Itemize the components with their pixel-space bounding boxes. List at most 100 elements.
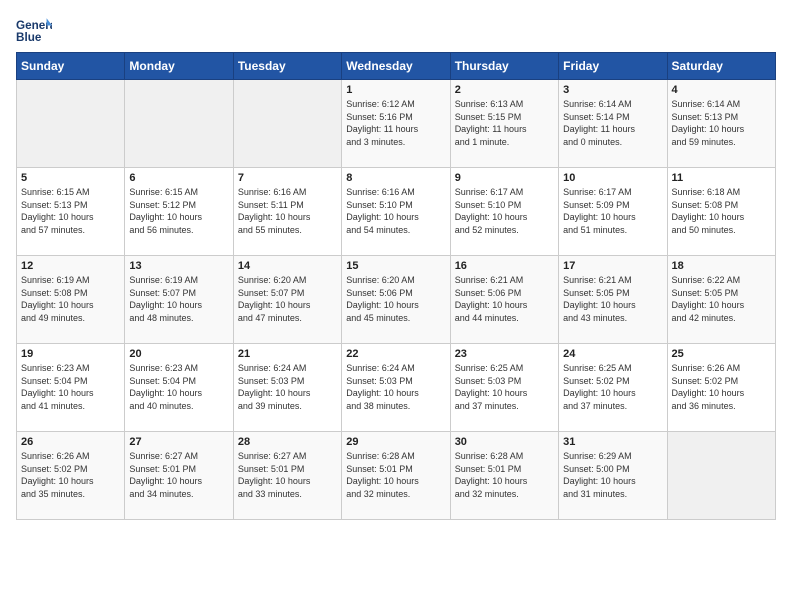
- day-info: Sunrise: 6:26 AM Sunset: 5:02 PM Dayligh…: [21, 450, 120, 500]
- day-info: Sunrise: 6:23 AM Sunset: 5:04 PM Dayligh…: [21, 362, 120, 412]
- day-number: 8: [346, 172, 445, 184]
- calendar-cell: 13Sunrise: 6:19 AM Sunset: 5:07 PM Dayli…: [125, 256, 233, 344]
- day-info: Sunrise: 6:14 AM Sunset: 5:13 PM Dayligh…: [672, 98, 771, 148]
- calendar-cell: 4 Sunrise: 6:14 AM Sunset: 5:13 PM Daylig…: [667, 80, 775, 168]
- day-info: Sunrise: 6:17 AM Sunset: 5:09 PM Dayligh…: [563, 186, 662, 236]
- day-number: 9: [455, 172, 554, 184]
- calendar-cell: [233, 80, 341, 168]
- calendar-cell: 3 Sunrise: 6:14 AM Sunset: 5:14 PM Daylig…: [559, 80, 667, 168]
- day-info: Sunrise: 6:20 AM Sunset: 5:06 PM Dayligh…: [346, 274, 445, 324]
- calendar-week-5: 26Sunrise: 6:26 AM Sunset: 5:02 PM Dayli…: [17, 432, 776, 520]
- day-info: Sunrise: 6:17 AM Sunset: 5:10 PM Dayligh…: [455, 186, 554, 236]
- day-number: 31: [563, 436, 662, 448]
- calendar-cell: 31Sunrise: 6:29 AM Sunset: 5:00 PM Dayli…: [559, 432, 667, 520]
- day-number: 17: [563, 260, 662, 272]
- day-info: Sunrise: 6:16 AM Sunset: 5:11 PM Dayligh…: [238, 186, 337, 236]
- day-info: Sunrise: 6:18 AM Sunset: 5:08 PM Dayligh…: [672, 186, 771, 236]
- day-number: 1: [346, 84, 445, 96]
- calendar-cell: 20Sunrise: 6:23 AM Sunset: 5:04 PM Dayli…: [125, 344, 233, 432]
- day-info: Sunrise: 6:15 AM Sunset: 5:12 PM Dayligh…: [129, 186, 228, 236]
- calendar-cell: 11 Sunrise: 6:18 AM Sunset: 5:08 PM Dayli…: [667, 168, 775, 256]
- day-info: Sunrise: 6:26 AM Sunset: 5:02 PM Dayligh…: [672, 362, 771, 412]
- logo: General Blue: [16, 16, 56, 44]
- svg-text:Blue: Blue: [16, 31, 42, 44]
- day-number: 22: [346, 348, 445, 360]
- day-number: 24: [563, 348, 662, 360]
- calendar-cell: 6 Sunrise: 6:15 AM Sunset: 5:12 PM Daylig…: [125, 168, 233, 256]
- day-number: 19: [21, 348, 120, 360]
- day-info: Sunrise: 6:21 AM Sunset: 5:05 PM Dayligh…: [563, 274, 662, 324]
- day-number: 21: [238, 348, 337, 360]
- calendar-cell: [17, 80, 125, 168]
- day-info: Sunrise: 6:20 AM Sunset: 5:07 PM Dayligh…: [238, 274, 337, 324]
- calendar-cell: 23 Sunrise: 6:25 AM Sunset: 5:03 PM Dayli…: [450, 344, 558, 432]
- day-info: Sunrise: 6:16 AM Sunset: 5:10 PM Dayligh…: [346, 186, 445, 236]
- calendar-cell: 15 Sunrise: 6:20 AM Sunset: 5:06 PM Dayli…: [342, 256, 450, 344]
- calendar-cell: 12 Sunrise: 6:19 AM Sunset: 5:08 PM Dayli…: [17, 256, 125, 344]
- day-number: 7: [238, 172, 337, 184]
- calendar-cell: 8 Sunrise: 6:16 AM Sunset: 5:10 PM Daylig…: [342, 168, 450, 256]
- day-info: Sunrise: 6:19 AM Sunset: 5:07 PM Dayligh…: [129, 274, 228, 324]
- day-info: Sunrise: 6:28 AM Sunset: 5:01 PM Dayligh…: [346, 450, 445, 500]
- day-info: Sunrise: 6:19 AM Sunset: 5:08 PM Dayligh…: [21, 274, 120, 324]
- page-header: General Blue: [16, 16, 776, 44]
- day-header-wednesday: Wednesday: [342, 53, 450, 80]
- day-number: 12: [21, 260, 120, 272]
- logo-icon: General Blue: [16, 16, 52, 44]
- calendar-cell: 26Sunrise: 6:26 AM Sunset: 5:02 PM Dayli…: [17, 432, 125, 520]
- day-header-thursday: Thursday: [450, 53, 558, 80]
- calendar-cell: 16 Sunrise: 6:21 AM Sunset: 5:06 PM Dayli…: [450, 256, 558, 344]
- day-number: 15: [346, 260, 445, 272]
- calendar-cell: 2Sunrise: 6:13 AM Sunset: 5:15 PM Daylig…: [450, 80, 558, 168]
- day-number: 14: [238, 260, 337, 272]
- calendar-cell: 9 Sunrise: 6:17 AM Sunset: 5:10 PM Daylig…: [450, 168, 558, 256]
- calendar-week-1: 1 Sunrise: 6:12 AM Sunset: 5:16 PM Daylig…: [17, 80, 776, 168]
- day-number: 6: [129, 172, 228, 184]
- day-info: Sunrise: 6:15 AM Sunset: 5:13 PM Dayligh…: [21, 186, 120, 236]
- day-number: 30: [455, 436, 554, 448]
- day-header-monday: Monday: [125, 53, 233, 80]
- day-number: 23: [455, 348, 554, 360]
- calendar-cell: 22Sunrise: 6:24 AM Sunset: 5:03 PM Dayli…: [342, 344, 450, 432]
- day-number: 2: [455, 84, 554, 96]
- day-info: Sunrise: 6:27 AM Sunset: 5:01 PM Dayligh…: [129, 450, 228, 500]
- day-info: Sunrise: 6:25 AM Sunset: 5:03 PM Dayligh…: [455, 362, 554, 412]
- calendar-cell: 5Sunrise: 6:15 AM Sunset: 5:13 PM Daylig…: [17, 168, 125, 256]
- calendar-cell: 10Sunrise: 6:17 AM Sunset: 5:09 PM Dayli…: [559, 168, 667, 256]
- day-info: Sunrise: 6:25 AM Sunset: 5:02 PM Dayligh…: [563, 362, 662, 412]
- calendar-cell: 29Sunrise: 6:28 AM Sunset: 5:01 PM Dayli…: [342, 432, 450, 520]
- day-header-sunday: Sunday: [17, 53, 125, 80]
- calendar-cell: [667, 432, 775, 520]
- day-info: Sunrise: 6:24 AM Sunset: 5:03 PM Dayligh…: [238, 362, 337, 412]
- day-number: 16: [455, 260, 554, 272]
- day-info: Sunrise: 6:22 AM Sunset: 5:05 PM Dayligh…: [672, 274, 771, 324]
- day-header-friday: Friday: [559, 53, 667, 80]
- calendar-cell: 24 Sunrise: 6:25 AM Sunset: 5:02 PM Dayli…: [559, 344, 667, 432]
- day-number: 28: [238, 436, 337, 448]
- day-info: Sunrise: 6:14 AM Sunset: 5:14 PM Dayligh…: [563, 98, 662, 148]
- day-header-saturday: Saturday: [667, 53, 775, 80]
- day-number: 4: [672, 84, 771, 96]
- calendar-cell: 14 Sunrise: 6:20 AM Sunset: 5:07 PM Dayli…: [233, 256, 341, 344]
- calendar-cell: 19 Sunrise: 6:23 AM Sunset: 5:04 PM Dayli…: [17, 344, 125, 432]
- calendar-cell: 18Sunrise: 6:22 AM Sunset: 5:05 PM Dayli…: [667, 256, 775, 344]
- calendar-header-row: SundayMondayTuesdayWednesdayThursdayFrid…: [17, 53, 776, 80]
- calendar-cell: 27Sunrise: 6:27 AM Sunset: 5:01 PM Dayli…: [125, 432, 233, 520]
- calendar-week-4: 19 Sunrise: 6:23 AM Sunset: 5:04 PM Dayli…: [17, 344, 776, 432]
- calendar-week-3: 12 Sunrise: 6:19 AM Sunset: 5:08 PM Dayli…: [17, 256, 776, 344]
- day-header-tuesday: Tuesday: [233, 53, 341, 80]
- day-number: 11: [672, 172, 771, 184]
- day-info: Sunrise: 6:12 AM Sunset: 5:16 PM Dayligh…: [346, 98, 445, 148]
- calendar-cell: 28 Sunrise: 6:27 AM Sunset: 5:01 PM Dayli…: [233, 432, 341, 520]
- day-info: Sunrise: 6:21 AM Sunset: 5:06 PM Dayligh…: [455, 274, 554, 324]
- day-info: Sunrise: 6:27 AM Sunset: 5:01 PM Dayligh…: [238, 450, 337, 500]
- day-number: 20: [129, 348, 228, 360]
- calendar-cell: 17 Sunrise: 6:21 AM Sunset: 5:05 PM Dayli…: [559, 256, 667, 344]
- calendar-cell: [125, 80, 233, 168]
- day-number: 25: [672, 348, 771, 360]
- calendar-cell: 25 Sunrise: 6:26 AM Sunset: 5:02 PM Dayli…: [667, 344, 775, 432]
- calendar-cell: 7 Sunrise: 6:16 AM Sunset: 5:11 PM Daylig…: [233, 168, 341, 256]
- calendar-week-2: 5Sunrise: 6:15 AM Sunset: 5:13 PM Daylig…: [17, 168, 776, 256]
- day-number: 3: [563, 84, 662, 96]
- calendar-table: SundayMondayTuesdayWednesdayThursdayFrid…: [16, 52, 776, 520]
